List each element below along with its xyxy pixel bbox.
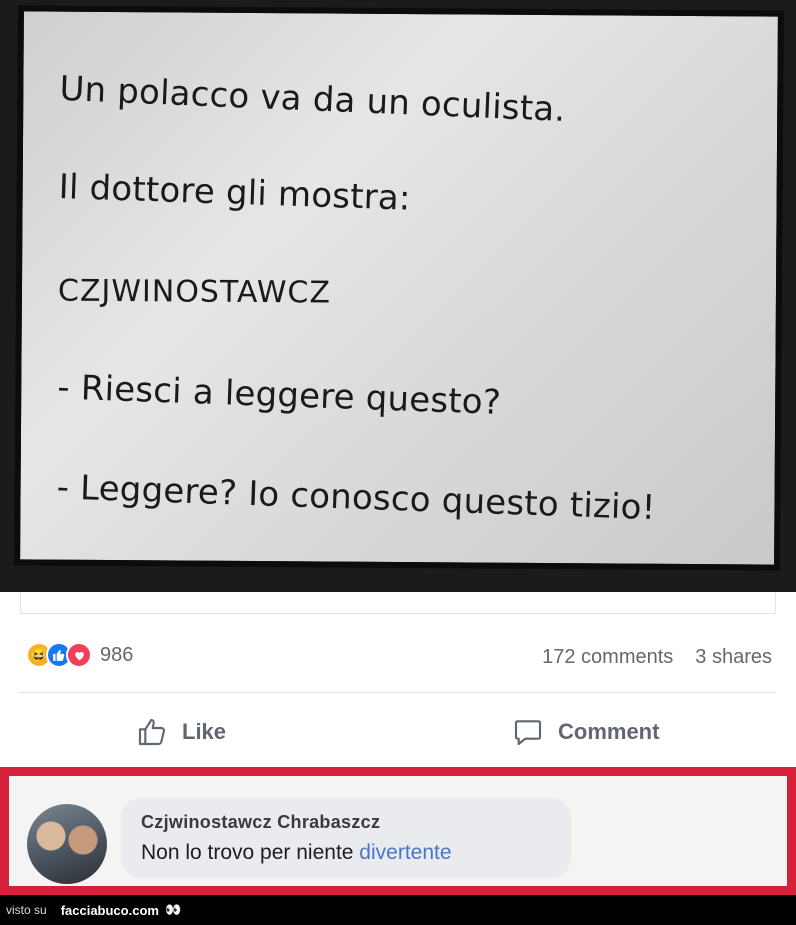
reactions-summary[interactable]: 😆 986 — [26, 642, 133, 668]
post-card: 😆 986 172 comments 3 shares Like Comment — [0, 592, 796, 767]
paper-note: Un polacco va da un oculista. Il dottore… — [14, 5, 784, 571]
actions-divider — [20, 692, 776, 693]
comment-button[interactable]: Comment — [512, 716, 659, 748]
comment-text-link[interactable]: divertente — [359, 841, 451, 864]
note-line-2: Il dottore gli mostra: — [58, 167, 412, 219]
comment-bubble: Czjwinostawcz Chrabaszcz Non lo trovo pe… — [121, 798, 571, 878]
comment-button-label: Comment — [558, 719, 660, 744]
comment-text: Non lo trovo per niente divertente — [141, 841, 551, 865]
comment-text-plain: Non lo trovo per niente — [141, 841, 360, 864]
highlighted-comment: Czjwinostawcz Chrabaszcz Non lo trovo pe… — [0, 767, 796, 895]
thumbs-up-icon — [136, 716, 168, 748]
comment-author[interactable]: Czjwinostawcz Chrabaszcz — [141, 812, 551, 833]
comments-count-link[interactable]: 172 comments — [542, 646, 673, 669]
reaction-count: 986 — [100, 643, 134, 666]
card-strip — [20, 592, 776, 614]
love-reaction-icon — [66, 642, 92, 668]
like-button[interactable]: Like — [136, 716, 226, 748]
note-line-4: - Riesci a leggere questo? — [56, 367, 502, 423]
avatar[interactable] — [27, 804, 107, 884]
site-brand: facciabuco.com — [60, 902, 159, 918]
speech-bubble-icon — [512, 716, 544, 748]
post-stats: 172 comments 3 shares — [542, 646, 772, 669]
watermark-footer: visto su facciabuco.com 👀 — [0, 895, 796, 925]
visto-su-label: visto su — [6, 903, 47, 917]
note-line-1: Un polacco va da un oculista. — [58, 68, 567, 130]
eyes-icon: 👀 — [164, 902, 182, 917]
note-line-5: - Leggere? Io conosco questo tizio! — [56, 467, 657, 529]
shares-count-link[interactable]: 3 shares — [695, 646, 772, 669]
post-image: Un polacco va da un oculista. Il dottore… — [0, 0, 796, 592]
like-button-label: Like — [182, 719, 227, 744]
note-line-3: CZJWINOSTAWCZ — [57, 273, 332, 311]
